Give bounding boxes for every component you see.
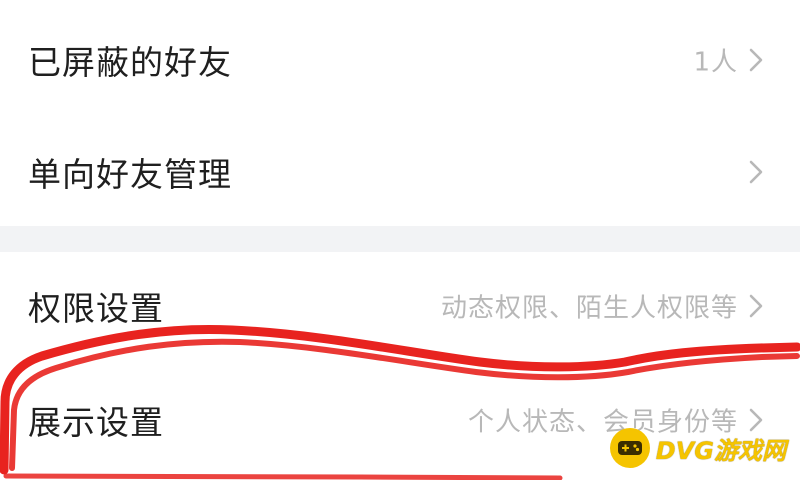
watermark-text: DVG游戏网	[655, 436, 786, 465]
blocked-friends-label: 已屏蔽的好友	[28, 43, 232, 82]
one-way-friends-label: 单向好友管理	[28, 155, 232, 194]
chevron-right-icon	[749, 294, 763, 318]
chevron-right-icon	[749, 48, 763, 72]
permission-settings-label: 权限设置	[28, 289, 164, 328]
chevron-right-icon	[749, 160, 763, 184]
gamepad-icon	[609, 428, 650, 468]
site-watermark: DVG游戏网	[609, 426, 786, 470]
blocked-friends-row[interactable]: 已屏蔽的好友 1人	[0, 6, 800, 114]
blocked-friends-count: 1人	[693, 47, 738, 78]
display-settings-label: 展示设置	[28, 403, 164, 442]
permission-settings-summary: 动态权限、陌生人权限等	[440, 293, 738, 324]
one-way-friends-row[interactable]: 单向好友管理	[0, 118, 800, 226]
settings-screen: 已屏蔽的好友 1人 单向好友管理 权限设置 动态权限、陌生人权限等 展示设置 个…	[0, 0, 800, 480]
permission-settings-row[interactable]: 权限设置 动态权限、陌生人权限等	[0, 252, 800, 360]
section-divider	[0, 226, 800, 252]
